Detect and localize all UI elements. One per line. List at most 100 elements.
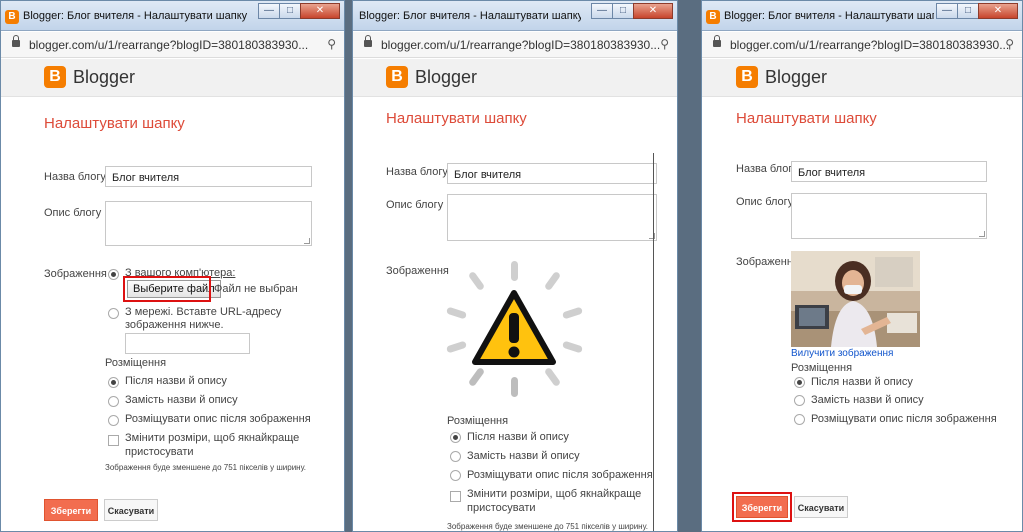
window-controls: — □ ✕ [591,3,673,19]
title-bar[interactable]: B Blogger: Блог вчителя - Налаштувати ша… [702,1,1022,31]
from-web-label: З мережі. Вставте URL-адресу [125,306,282,318]
page-title: Налаштувати шапку [44,115,185,132]
title-bar[interactable]: B Blogger: Блог вчителя - Налаштувати ша… [1,1,344,31]
browser-window-1: B Blogger: Блог вчителя - Налаштувати ша… [0,0,345,532]
address-bar[interactable]: blogger.com/u/1/rearrange?blogID=3801803… [702,32,1022,58]
window-title: Blogger: Блог вчителя - Налаштувати шапк… [23,10,248,22]
blog-name-input[interactable]: Блог вчителя [447,163,657,184]
cancel-button[interactable]: Скасувати [794,496,848,518]
spinner-segment [511,377,518,397]
placement-label: Розміщення [447,415,509,427]
page-title: Налаштувати шапку [736,110,877,127]
remove-image-link[interactable]: Вилучити зображення [791,348,893,359]
browser-window-3: B Blogger: Блог вчителя - Налаштувати ша… [701,0,1023,532]
blogger-header: B Blogger [702,59,1022,97]
window-controls: — □ ✕ [936,3,1018,19]
desc-after-image-label: Розміщувати опис після зображення [811,413,997,425]
resize-label: Змінити розміри, щоб якнайкраще [467,488,642,500]
spinner-segment [511,261,518,281]
blogger-header: B Blogger [353,59,677,97]
spinner-segment [445,340,468,354]
address-bar[interactable]: blogger.com/u/1/rearrange?blogID=3801803… [1,32,344,58]
lock-icon [364,35,372,47]
loading-spinner [445,259,585,399]
instead-title-label: Замість назви й опису [811,394,924,406]
resize-label-2: пристосувати [467,502,536,514]
blog-description-input[interactable] [105,201,312,246]
zoom-icon[interactable]: ⚲ [1005,37,1014,51]
radio-instead-title[interactable] [794,395,805,406]
radio-instead-title[interactable] [450,451,461,462]
browser-window-2: Blogger: Блог вчителя - Налаштувати шапк… [352,0,678,532]
maximize-icon[interactable]: □ [279,3,301,19]
close-icon[interactable]: ✕ [633,3,673,19]
radio-after-title[interactable] [450,432,461,443]
radio-desc-after-image[interactable] [450,470,461,481]
resize-handle-icon[interactable] [649,233,655,239]
highlight-box [732,492,792,522]
blogger-logo-text: Blogger [73,67,136,87]
blog-description-label: Опис блогу [386,199,444,211]
zoom-icon[interactable]: ⚲ [327,37,336,51]
title-bar[interactable]: Blogger: Блог вчителя - Налаштувати шапк… [353,1,677,31]
panel-edge [653,153,654,531]
window-title: Blogger: Блог вчителя - Налаштувати шапк… [359,10,581,22]
address-bar[interactable]: blogger.com/u/1/rearrange?blogID=3801803… [353,32,677,58]
spinner-segment [543,366,562,388]
placement-label: Розміщення [791,362,853,374]
blog-name-input[interactable]: Блог вчителя [105,166,312,187]
image-url-input[interactable] [125,333,250,354]
instead-title-label: Замість назви й опису [467,450,580,462]
from-web-label-2: зображення нижче. [125,319,224,331]
resize-handle-icon[interactable] [304,238,310,244]
minimize-icon[interactable]: — [258,3,280,19]
zoom-icon[interactable]: ⚲ [660,37,669,51]
blog-description-input[interactable] [791,193,987,239]
desc-after-image-label: Розміщувати опис після зображення [125,413,311,425]
window-title: Blogger: Блог вчителя - Налаштувати шапк… [724,10,934,22]
image-label: Зображення [736,256,799,268]
radio-from-computer[interactable] [108,269,119,280]
blogger-logo-icon: B [44,66,66,88]
page-title: Налаштувати шапку [386,110,527,127]
radio-desc-after-image[interactable] [108,415,119,426]
blog-description-input[interactable] [447,194,657,241]
blogger-logo-icon: B [736,66,758,88]
radio-after-title[interactable] [108,377,119,388]
blogger-favicon-icon: B [706,10,720,24]
url-text: blogger.com/u/1/rearrange?blogID=3801803… [29,38,309,52]
resize-checkbox[interactable] [450,491,461,502]
spinner-segment [467,366,486,388]
highlight-box [123,276,211,302]
resize-note: Зображення буде зменшене до 751 пікселів… [447,522,649,531]
no-file-label: Файл не выбран [214,283,298,295]
warning-icon [472,290,556,365]
close-icon[interactable]: ✕ [300,3,340,19]
blog-name-input[interactable]: Блог вчителя [791,161,987,182]
after-title-label: Після назви й опису [467,431,569,443]
save-button[interactable]: Зберегти [44,499,98,521]
after-title-label: Після назви й опису [811,376,913,388]
minimize-icon[interactable]: — [936,3,958,19]
radio-instead-title[interactable] [108,396,119,407]
image-label: Зображення [44,268,107,280]
resize-checkbox[interactable] [108,435,119,446]
blogger-logo-icon: B [386,66,408,88]
blog-name-label: Назва блогу [736,163,798,175]
maximize-icon[interactable]: □ [957,3,979,19]
desc-after-image-label: Розміщувати опис після зображення [467,469,653,481]
resize-label: Змінити розміри, щоб якнайкраще [125,432,300,444]
close-icon[interactable]: ✕ [978,3,1018,19]
blog-name-label: Назва блогу [386,166,448,178]
image-label: Зображення [386,265,449,277]
radio-desc-after-image[interactable] [794,414,805,425]
resize-handle-icon[interactable] [979,231,985,237]
minimize-icon[interactable]: — [591,3,613,19]
window-controls: — □ ✕ [258,3,340,19]
blogger-header: B Blogger [1,59,344,97]
maximize-icon[interactable]: □ [612,3,634,19]
radio-from-web[interactable] [108,308,119,319]
radio-after-title[interactable] [794,377,805,388]
blogger-logo-text: Blogger [415,67,478,87]
cancel-button[interactable]: Скасувати [104,499,158,521]
